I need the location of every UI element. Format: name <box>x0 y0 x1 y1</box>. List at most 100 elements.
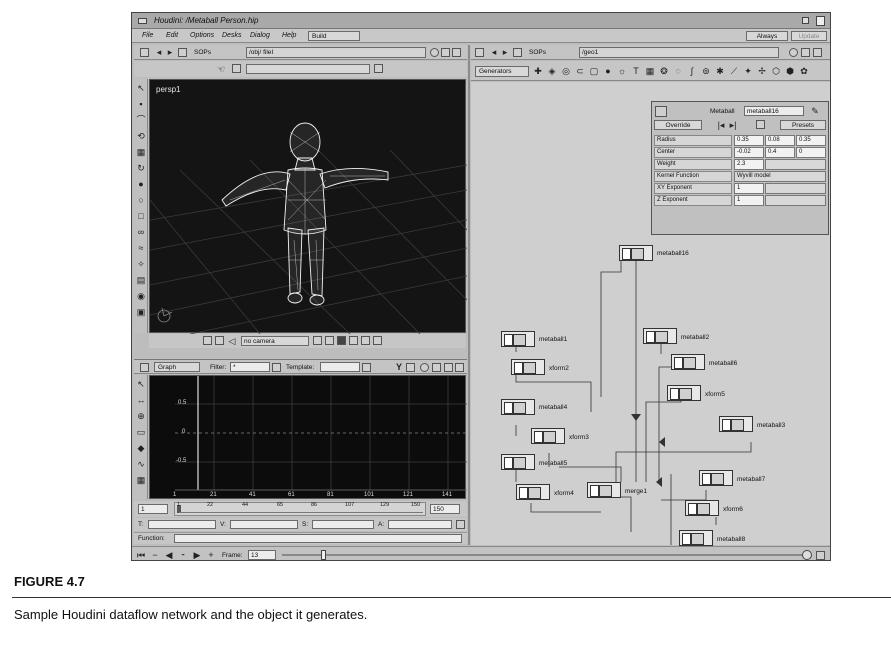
filter-field[interactable]: * <box>230 362 270 372</box>
circle-op-icon[interactable]: ◎ <box>561 66 571 76</box>
edit-pencil-icon[interactable]: ✎ <box>810 106 820 116</box>
override-button[interactable]: Override <box>654 120 702 130</box>
graph-canvas[interactable]: 0.5 0 -0.5 1 21 41 61 81 101 121 141 <box>149 375 467 499</box>
forward-arrow-icon[interactable]: ▸ <box>165 47 175 57</box>
display-icon[interactable]: ▤ <box>136 275 146 285</box>
network-node[interactable] <box>719 416 753 432</box>
grid-op-icon[interactable]: ▢ <box>589 66 599 76</box>
step-back-icon[interactable]: |◂ <box>716 120 726 130</box>
template-field[interactable] <box>320 362 360 372</box>
play-reverse-icon[interactable]: ◀ <box>164 550 174 560</box>
operator-type-select[interactable]: Generators <box>475 66 529 77</box>
hand-icon[interactable]: ☜ <box>216 64 226 74</box>
menu-edit[interactable]: Edit <box>166 29 178 43</box>
nurbs-op-icon[interactable]: ⬡ <box>771 66 781 76</box>
rotate-icon[interactable]: ↻ <box>136 163 146 173</box>
platonic-op-icon[interactable]: ✦ <box>743 66 753 76</box>
network-node[interactable] <box>511 359 545 375</box>
network-split-icon[interactable] <box>801 48 810 57</box>
network-canvas[interactable]: Metaball metaball16 ✎ Override |◂ ▸| Pre… <box>471 82 830 546</box>
a-field[interactable] <box>388 520 452 529</box>
graph-frame-icon[interactable]: ▭ <box>136 427 146 437</box>
network-pin-icon[interactable] <box>513 48 522 57</box>
network-close-icon[interactable] <box>813 48 822 57</box>
parm-field[interactable]: 2.3 <box>734 159 764 170</box>
graph-curve-icon[interactable]: ∿ <box>136 459 146 469</box>
playbar-options-icon[interactable] <box>816 551 825 560</box>
grid-icon[interactable]: ▦ <box>136 147 146 157</box>
function-field[interactable] <box>174 534 462 543</box>
timeline-cursor[interactable] <box>321 550 326 560</box>
frame-field[interactable]: 13 <box>248 550 276 560</box>
graph-pane-menu-icon[interactable] <box>140 363 149 372</box>
network-forward-icon[interactable]: ▸ <box>500 47 510 57</box>
quad-view-icon[interactable] <box>349 336 358 345</box>
camera-lock-icon[interactable] <box>313 336 322 345</box>
parm-slider[interactable] <box>765 159 826 170</box>
box-select-icon[interactable]: ▪ <box>136 99 146 109</box>
pin-icon[interactable] <box>178 48 187 57</box>
camera-select[interactable]: no camera <box>241 336 309 346</box>
range-end-field[interactable]: 150 <box>430 504 460 514</box>
parm-menu[interactable]: Wyvill model <box>734 171 826 182</box>
graph-help-icon[interactable] <box>420 363 429 372</box>
y-axis-icon[interactable]: Y <box>394 362 404 372</box>
presets-button[interactable]: Presets <box>780 120 826 130</box>
prev-key-icon[interactable]: − <box>150 550 160 560</box>
parm-field[interactable]: 0.4 <box>765 147 795 158</box>
home-view-icon[interactable] <box>374 64 383 73</box>
play-icon[interactable]: ▶ <box>192 550 202 560</box>
parm-field[interactable]: 0 <box>796 147 826 158</box>
shading-icon[interactable] <box>325 336 334 345</box>
link-icon[interactable]: ∞ <box>136 227 146 237</box>
viewer-pane-type[interactable]: SOPs <box>194 48 211 57</box>
font-op-icon[interactable]: ✱ <box>715 66 725 76</box>
update-button[interactable]: Update <box>791 31 827 41</box>
text-op-icon[interactable]: T <box>631 66 641 76</box>
network-pane-type[interactable]: SOPs <box>529 48 546 57</box>
metaball-op-icon[interactable]: ❂ <box>659 66 669 76</box>
minimize-icon[interactable] <box>802 17 809 24</box>
menu-help[interactable]: Help <box>282 29 296 43</box>
more-ops-icon[interactable]: ✿ <box>799 66 809 76</box>
t-field[interactable] <box>148 520 216 529</box>
cube-icon[interactable]: □ <box>136 211 146 221</box>
parameter-lock-icon[interactable] <box>756 120 765 129</box>
wireframe-mode-icon[interactable] <box>337 336 346 345</box>
range-slider[interactable]: 1 22 44 65 86 107 129 150 <box>174 502 426 516</box>
pane-menu-icon[interactable] <box>140 48 149 57</box>
network-node[interactable] <box>679 530 713 546</box>
light-icon[interactable]: ✧ <box>136 259 146 269</box>
pane-divider[interactable] <box>468 45 470 545</box>
render-icon[interactable]: ◉ <box>136 291 146 301</box>
parm-field[interactable]: 0.08 <box>765 135 795 146</box>
parm-field[interactable]: 0.35 <box>796 135 826 146</box>
layout-icon[interactable]: ▣ <box>136 307 146 317</box>
lasso-icon[interactable]: ⌒ <box>136 115 146 125</box>
graph-type-select[interactable]: Graph <box>154 362 200 372</box>
line-op-icon[interactable]: ⟋ <box>729 66 739 76</box>
network-node[interactable] <box>501 454 535 470</box>
node-name-field[interactable]: metaball16 <box>744 106 804 116</box>
s-field[interactable] <box>312 520 374 529</box>
network-node[interactable] <box>501 331 535 347</box>
close-pane-icon[interactable] <box>452 48 461 57</box>
back-arrow-icon[interactable]: ◂ <box>154 47 164 57</box>
network-back-icon[interactable]: ◂ <box>489 47 499 57</box>
network-node[interactable] <box>667 385 701 401</box>
range-start-field[interactable]: 1 <box>138 504 168 514</box>
graph-split-icon[interactable] <box>432 363 441 372</box>
light-op-icon[interactable]: ☼ <box>617 66 627 76</box>
viewport-options-icon[interactable] <box>373 336 382 345</box>
file-op-icon[interactable]: ⬢ <box>785 66 795 76</box>
graph-maximize-icon[interactable] <box>455 363 464 372</box>
network-pane-menu-icon[interactable] <box>475 48 484 57</box>
network-node[interactable] <box>685 500 719 516</box>
network-node[interactable] <box>643 328 677 344</box>
v-field[interactable] <box>230 520 298 529</box>
graph-key-icon[interactable]: ◆ <box>136 443 146 453</box>
network-node[interactable] <box>587 482 621 498</box>
view-icon[interactable] <box>203 336 212 345</box>
parm-field[interactable]: 1 <box>734 195 764 206</box>
window-menu-icon[interactable] <box>138 18 147 24</box>
